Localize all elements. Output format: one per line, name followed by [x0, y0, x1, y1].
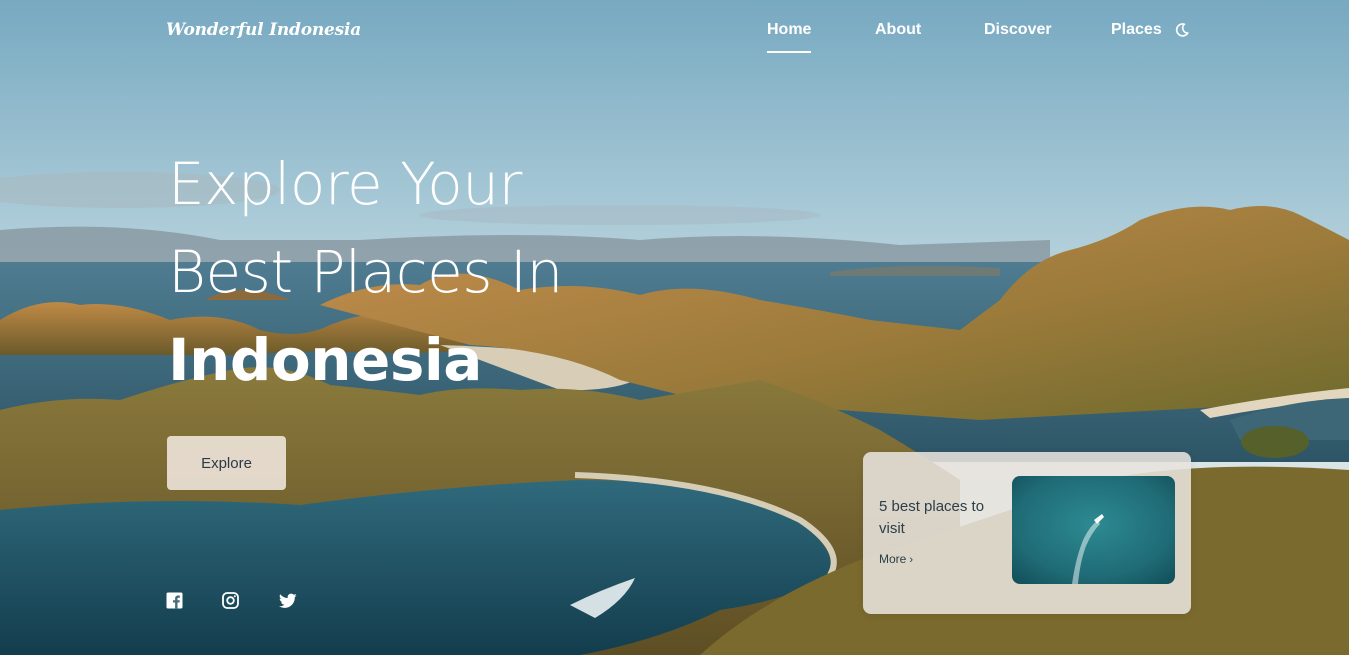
chevron-right-icon: ›: [909, 554, 914, 566]
nav-discover[interactable]: Discover: [984, 21, 1052, 39]
headline-line-2: Best Places In: [168, 238, 563, 306]
nav-about[interactable]: About: [875, 21, 921, 39]
card-more-link[interactable]: More ›: [879, 552, 913, 566]
card-ocean-image[interactable]: [1012, 476, 1175, 584]
nav-places[interactable]: Places: [1111, 21, 1162, 39]
instagram-icon[interactable]: [222, 592, 239, 609]
moon-icon[interactable]: [1174, 22, 1190, 38]
card-more-label: More: [879, 552, 907, 566]
explore-button[interactable]: Explore: [167, 436, 286, 490]
headline-line-1: Explore Your: [168, 150, 522, 218]
site-header: Wonderful Indonesia Home About Discover …: [0, 0, 1349, 60]
facebook-icon[interactable]: [166, 592, 183, 609]
card-title: 5 best places to visit: [879, 498, 985, 537]
hero-headline: Explore Your Best Places In Indonesia: [168, 140, 563, 404]
featured-places-card[interactable]: 5 best places to visit More ›: [863, 452, 1191, 614]
nav-home[interactable]: Home: [767, 21, 812, 53]
twitter-icon[interactable]: [279, 592, 297, 609]
headline-line-3: Indonesia: [168, 326, 482, 394]
site-logo[interactable]: Wonderful Indonesia: [166, 20, 361, 40]
